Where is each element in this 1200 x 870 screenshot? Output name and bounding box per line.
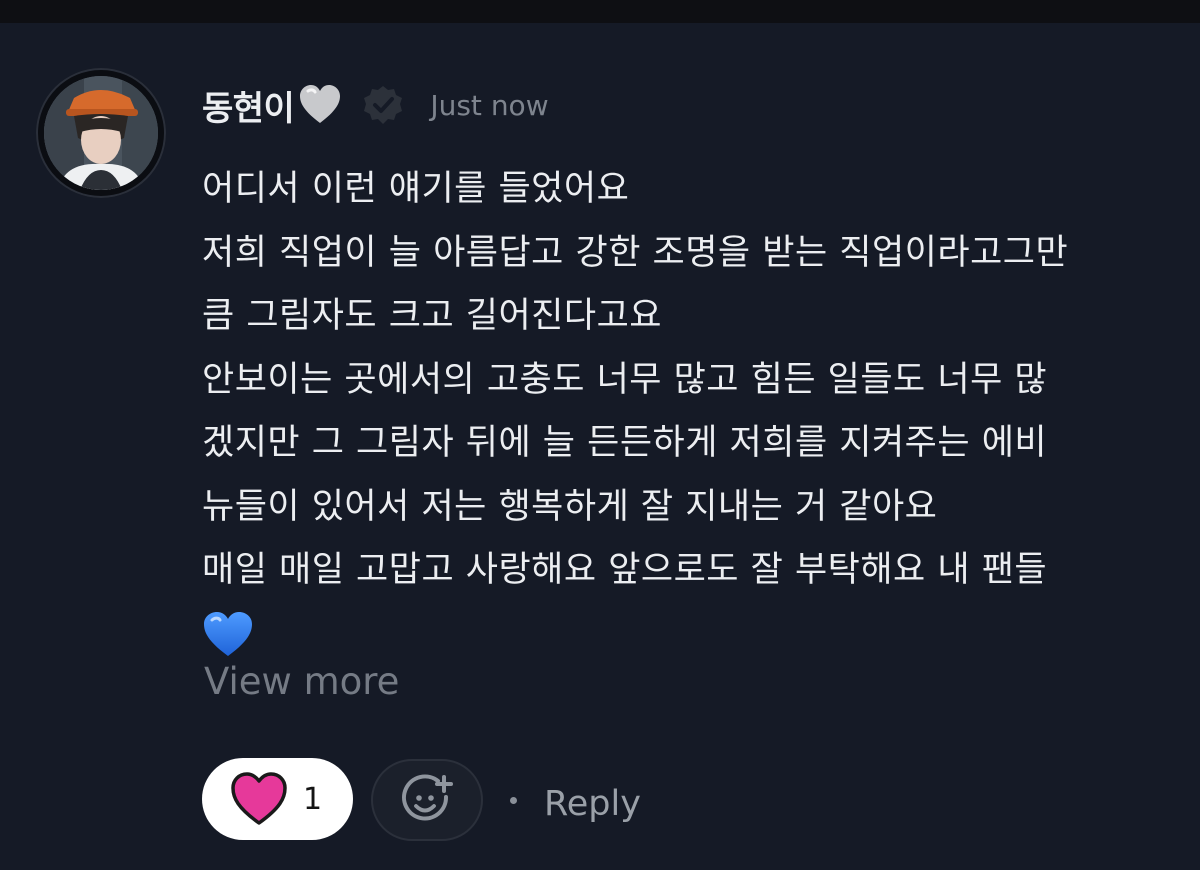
username[interactable]: 동현이 [202,81,295,130]
comment-line: 뉴들이 있어서 저는 행복하게 잘 지내는 거 같아요 [202,486,938,527]
comment-line: 안보이는 곳에서의 고충도 너무 많고 힘든 일들도 너무 많 [202,359,1048,400]
verified-badge-icon [364,86,403,124]
like-count: 1 [303,781,323,817]
top-bar [0,0,1200,23]
comment-line: 큼 그림자도 크고 길어진다고요 [202,296,662,336]
comment-line: 저희 직업이 늘 아름답고 강한 조명을 받는 직업이라고그만 [202,232,1069,273]
avatar-illustration [44,76,158,190]
view-more-link[interactable]: View more [204,656,399,708]
comment-body: 어디서 이런 얘기를 들었어요 저희 직업이 늘 아름답고 강한 조명을 받는 … [202,158,1162,666]
pink-heart-icon [231,772,287,825]
avatar-photo [44,76,158,190]
separator-dot [510,797,517,804]
add-reaction-button[interactable] [371,759,483,841]
add-reaction-icon [402,774,453,821]
comment-line: 겠지만 그 그림자 뒤에 늘 든든하게 저희를 지켜주는 에비 [202,423,1048,463]
blue-heart-icon [204,612,252,657]
timestamp: Just now [430,88,549,122]
comment-line: 어디서 이런 얘기를 들었어요 [202,169,630,209]
avatar[interactable] [36,68,166,198]
reply-button[interactable]: Reply [544,780,641,828]
like-button[interactable]: 1 [202,758,353,840]
comment-line: 매일 매일 고맙고 사랑해요 앞으로도 잘 부탁해요 내 팬들 [202,550,1048,590]
grey-heart-icon [300,85,341,123]
comment-header: 동현이 Just now [202,80,549,130]
